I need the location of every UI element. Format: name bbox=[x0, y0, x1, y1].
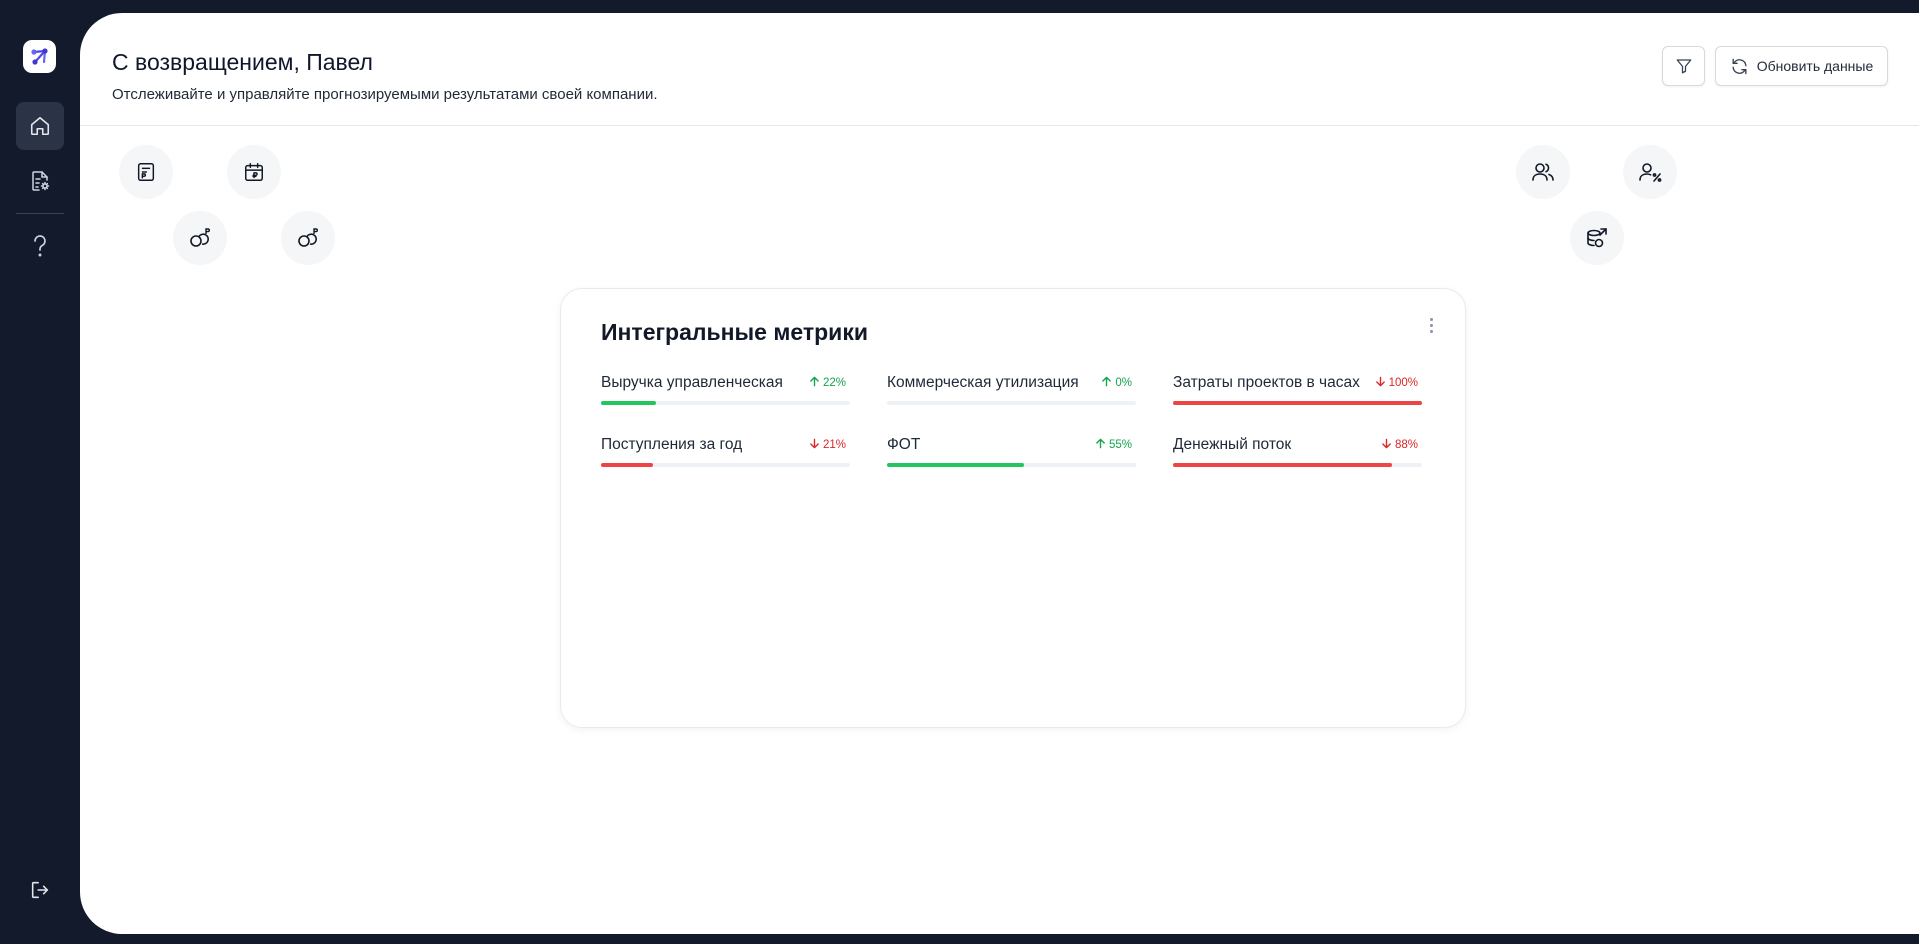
logout-button[interactable] bbox=[16, 866, 64, 914]
database-arrow-icon bbox=[1587, 228, 1607, 248]
metric-change: 100% bbox=[1375, 376, 1418, 390]
sidebar bbox=[0, 0, 80, 944]
metric-label: Коммерческая утилизация bbox=[887, 374, 1079, 391]
metric-label: Выручка управленческая bbox=[601, 374, 783, 391]
report-settings-icon bbox=[32, 171, 50, 191]
metric-progress-fill bbox=[1173, 463, 1393, 467]
metric-label: Денежный поток bbox=[1173, 436, 1292, 453]
refresh-data-label: Обновить данные bbox=[1756, 58, 1874, 74]
coins-ruble-icon bbox=[190, 228, 210, 247]
metric-change-value: 55% bbox=[1108, 439, 1132, 451]
logo-icon bbox=[30, 47, 48, 65]
user-percent-icon bbox=[1639, 163, 1662, 182]
sidebar-item-help[interactable] bbox=[16, 222, 64, 270]
metric-change: 0% bbox=[1101, 376, 1132, 390]
dot bbox=[1429, 323, 1433, 327]
coins-ruble-icon bbox=[298, 228, 318, 247]
metric-management-revenue[interactable]: Выручка управленческая 22% bbox=[601, 374, 850, 414]
metric-change-value: 100% bbox=[1388, 377, 1418, 389]
coins-bubble-1[interactable] bbox=[173, 211, 227, 265]
metric-change-value: 88% bbox=[1394, 439, 1418, 451]
metric-change: 88% bbox=[1381, 438, 1418, 452]
logout-icon bbox=[31, 881, 49, 899]
metric-progress-track bbox=[887, 463, 1136, 467]
home-icon bbox=[30, 116, 50, 136]
page-title: С возвращением, Павел bbox=[112, 49, 373, 75]
calendar-ruble-icon bbox=[245, 163, 263, 181]
refresh-icon bbox=[1732, 58, 1747, 74]
app-logo[interactable] bbox=[23, 40, 56, 73]
trend-arrow-icon bbox=[809, 438, 820, 452]
metric-change-value: 22% bbox=[822, 377, 846, 389]
main-panel: С возвращением, Павел Отслеживайте и упр… bbox=[80, 13, 1919, 934]
metric-progress-fill bbox=[601, 401, 656, 405]
dot bbox=[1429, 317, 1433, 321]
user-percent-bubble[interactable] bbox=[1623, 145, 1677, 199]
metric-change: 55% bbox=[1095, 438, 1132, 452]
metric-change-value: 0% bbox=[1115, 377, 1132, 389]
card-menu-button[interactable] bbox=[1423, 314, 1439, 336]
trend-arrow-icon bbox=[1381, 438, 1392, 452]
calendar-bubble[interactable] bbox=[227, 145, 281, 199]
card-title: Интегральные метрики bbox=[601, 319, 868, 345]
metric-progress-track bbox=[601, 401, 850, 405]
metric-progress-track bbox=[601, 463, 850, 467]
integral-metrics-card: Интегральные метрики Выручка управленчес… bbox=[560, 288, 1466, 728]
refresh-data-button[interactable]: Обновить данные bbox=[1715, 46, 1888, 86]
metric-progress-track bbox=[1173, 401, 1422, 405]
metric-cash-flow[interactable]: Денежный поток 88% bbox=[1173, 436, 1422, 476]
metric-progress-fill bbox=[887, 463, 1024, 467]
metric-project-costs[interactable]: Затраты проектов в часах 100% bbox=[1173, 374, 1422, 414]
metric-commercial-utilization[interactable]: Коммерческая утилизация 0% bbox=[887, 374, 1136, 414]
coins-bubble-2[interactable] bbox=[281, 211, 335, 265]
filter-icon bbox=[1676, 59, 1691, 74]
metric-change-value: 21% bbox=[822, 439, 846, 451]
metric-label: Поступления за год bbox=[601, 436, 743, 453]
trend-arrow-icon bbox=[1101, 376, 1112, 390]
sidebar-item-home[interactable] bbox=[16, 102, 64, 150]
page-header: С возвращением, Павел Отслеживайте и упр… bbox=[80, 13, 1919, 126]
users-bubble[interactable] bbox=[1516, 145, 1570, 199]
metric-label: Затраты проектов в часах bbox=[1173, 374, 1360, 391]
database-export-bubble[interactable] bbox=[1570, 211, 1624, 265]
document-bubble[interactable] bbox=[119, 145, 173, 199]
metric-change: 21% bbox=[809, 438, 846, 452]
page-subtitle: Отслеживайте и управляйте прогнозируемым… bbox=[112, 86, 658, 103]
metric-progress-fill bbox=[1173, 401, 1422, 405]
metric-progress-track bbox=[887, 401, 1136, 405]
metric-annual-receipts[interactable]: Поступления за год 21% bbox=[601, 436, 850, 476]
trend-arrow-icon bbox=[1095, 438, 1106, 452]
users-icon bbox=[1532, 163, 1554, 181]
filter-button[interactable] bbox=[1662, 46, 1705, 86]
metric-change: 22% bbox=[809, 376, 846, 390]
question-icon bbox=[34, 235, 46, 257]
metric-label: ФОТ bbox=[887, 436, 921, 453]
sidebar-item-reports[interactable] bbox=[16, 157, 64, 205]
metric-progress-track bbox=[1173, 463, 1422, 467]
trend-arrow-icon bbox=[809, 376, 820, 390]
metric-progress-fill bbox=[601, 463, 654, 467]
metric-payroll[interactable]: ФОТ 55% bbox=[887, 436, 1136, 476]
document-icon bbox=[137, 163, 155, 181]
dot bbox=[1429, 329, 1433, 333]
trend-arrow-icon bbox=[1375, 376, 1386, 390]
sidebar-divider bbox=[16, 213, 64, 214]
